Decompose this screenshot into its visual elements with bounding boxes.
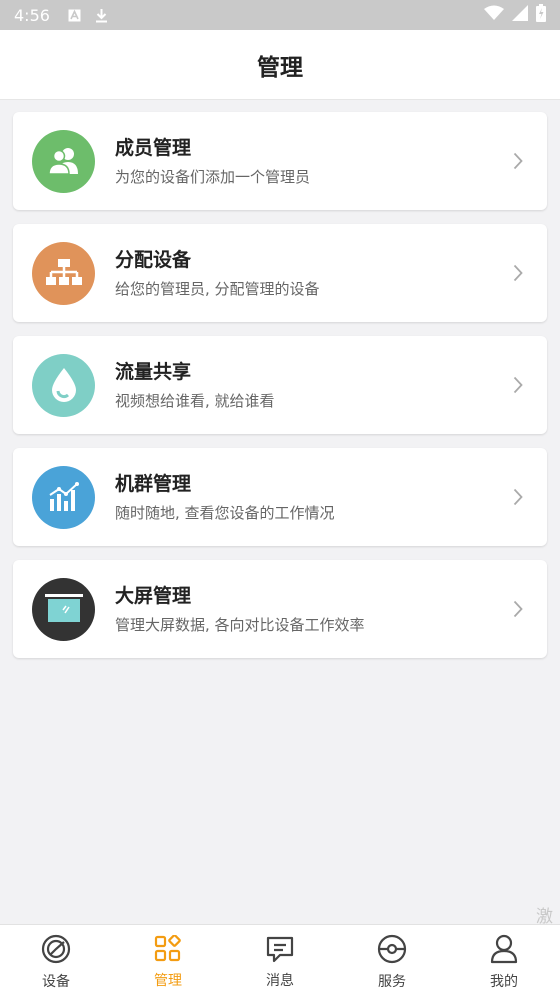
chevron-right-icon: [513, 487, 527, 507]
menu-item-title: 大屏管理: [115, 585, 192, 607]
menu-item-title: 流量共享: [115, 361, 192, 383]
tab-label: 设备: [42, 973, 70, 990]
tab-management[interactable]: 管理: [112, 925, 224, 995]
menu-item-title: 分配设备: [115, 249, 192, 271]
menu-item-title: 机群管理: [115, 473, 192, 495]
menu-item-subtitle: 随时随地, 查看您设备的工作情况: [115, 504, 335, 522]
battery-icon: [536, 4, 546, 26]
menu-item-assign-devices[interactable]: 分配设备 给您的管理员, 分配管理的设备: [13, 224, 547, 322]
grid-icon: [154, 933, 182, 967]
menu-item-subtitle: 管理大屏数据, 各向对比设备工作效率: [115, 616, 365, 634]
status-bar: 4:56: [0, 0, 560, 30]
tab-label: 消息: [266, 972, 294, 989]
wifi-icon: [484, 5, 504, 25]
menu-item-title: 成员管理: [115, 137, 192, 159]
profile-icon: [490, 934, 518, 968]
signal-icon: [512, 5, 528, 25]
tab-messages[interactable]: 消息: [224, 925, 336, 995]
chevron-right-icon: [513, 263, 527, 283]
status-time: 4:56: [14, 5, 50, 25]
menu-item-subtitle: 为您的设备们添加一个管理员: [115, 168, 311, 186]
tab-profile[interactable]: 我的: [448, 925, 560, 995]
message-icon: [266, 935, 294, 967]
tab-label: 服务: [378, 973, 406, 990]
tab-label: 管理: [154, 972, 182, 989]
chevron-right-icon: [513, 599, 527, 619]
device-icon: [41, 934, 71, 968]
bar-chart-icon: [32, 465, 95, 529]
menu-item-fleet[interactable]: 机群管理 随时随地, 查看您设备的工作情况: [13, 448, 547, 546]
menu-item-big-screen[interactable]: 大屏管理 管理大屏数据, 各向对比设备工作效率: [13, 560, 547, 658]
a-box-icon: [68, 9, 81, 22]
download-icon: [95, 8, 108, 23]
hierarchy-icon: [32, 241, 95, 305]
tab-label: 我的: [490, 973, 518, 990]
menu-item-subtitle: 给您的管理员, 分配管理的设备: [115, 280, 320, 298]
bottom-tab-bar: 设备 管理 消息 服务 我的: [0, 924, 560, 995]
page-title: 管理: [257, 54, 303, 81]
menu-item-subtitle: 视频想给谁看, 就给谁看: [115, 392, 275, 410]
chevron-right-icon: [513, 151, 527, 171]
chevron-right-icon: [513, 375, 527, 395]
management-menu: 成员管理 为您的设备们添加一个管理员 分配设备 给您的管理员, 分配管理的设备: [13, 112, 547, 672]
droplet-icon: [32, 353, 95, 417]
members-icon: [32, 129, 95, 193]
tab-services[interactable]: 服务: [336, 925, 448, 995]
tab-devices[interactable]: 设备: [0, 925, 112, 995]
page-header: 管理: [0, 30, 560, 100]
screen-icon: [32, 577, 95, 641]
menu-item-members[interactable]: 成员管理 为您的设备们添加一个管理员: [13, 112, 547, 210]
menu-item-traffic-share[interactable]: 流量共享 视频想给谁看, 就给谁看: [13, 336, 547, 434]
service-icon: [377, 934, 407, 968]
